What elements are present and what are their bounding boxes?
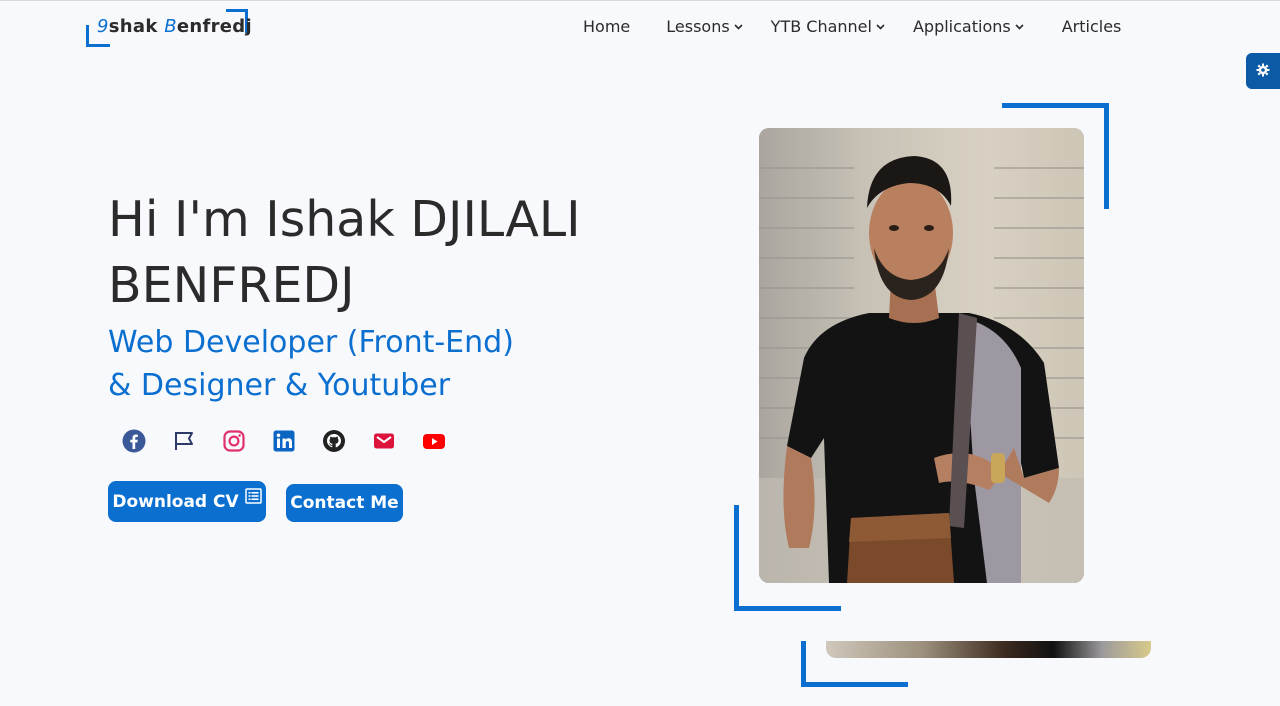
youtube-icon[interactable] [422, 427, 446, 455]
chevron-down-icon [734, 22, 743, 33]
profile-photo [759, 128, 1084, 583]
logo-word-1: shak [108, 16, 165, 37]
download-cv-button[interactable]: Download CV [108, 481, 266, 522]
mail-icon[interactable] [372, 427, 396, 455]
nav-articles[interactable]: Articles [1062, 17, 1122, 36]
nav-ytb-label: YTB Channel [770, 17, 872, 36]
nav-lessons[interactable]: Lessons [666, 17, 743, 36]
chevron-down-icon [876, 22, 885, 33]
nav-lessons-label: Lessons [666, 17, 730, 36]
nav-home-label: Home [583, 17, 631, 36]
social-links [122, 427, 446, 455]
github-icon[interactable] [322, 427, 346, 455]
logo-first-letter: 9 [97, 16, 109, 37]
contact-me-button[interactable]: Contact Me [286, 484, 403, 522]
chevron-down-icon [1015, 22, 1024, 33]
linkedin-icon[interactable] [272, 427, 296, 455]
logo-word-2: enfredj [176, 16, 252, 37]
main-nav: Home Lessons YTB Channel Applications Ar… [583, 17, 1121, 36]
settings-toggle-button[interactable] [1246, 53, 1280, 89]
hero-subtitle: Web Developer (Front-End) & Designer & Y… [108, 321, 628, 407]
document-icon [244, 488, 262, 509]
site-logo[interactable]: 9shak Benfredj [86, 9, 252, 47]
flag-icon[interactable] [172, 427, 196, 455]
nav-applications-label: Applications [912, 17, 1011, 36]
download-cv-label: Download CV [112, 491, 239, 512]
logo-text: 9shak Benfredj [97, 16, 252, 37]
hero-subtitle-line-1: Web Developer (Front-End) [108, 325, 514, 360]
gear-icon [1256, 62, 1270, 81]
instagram-icon[interactable] [222, 427, 246, 455]
nav-articles-label: Articles [1061, 17, 1122, 36]
nav-home[interactable]: Home [583, 17, 630, 36]
profile-photo-secondary [826, 641, 1151, 658]
facebook-icon[interactable] [122, 427, 146, 455]
hero-title: Hi I'm Ishak DJILALI BENFREDJ [108, 191, 581, 314]
contact-me-label: Contact Me [290, 493, 399, 513]
hero-subtitle-line-2: & Designer & Youtuber [108, 368, 451, 403]
logo-second-letter: B [164, 16, 177, 37]
nav-ytb-channel[interactable]: YTB Channel [771, 17, 885, 36]
profile-photo-illustration [759, 128, 1084, 583]
nav-applications[interactable]: Applications [913, 17, 1024, 36]
